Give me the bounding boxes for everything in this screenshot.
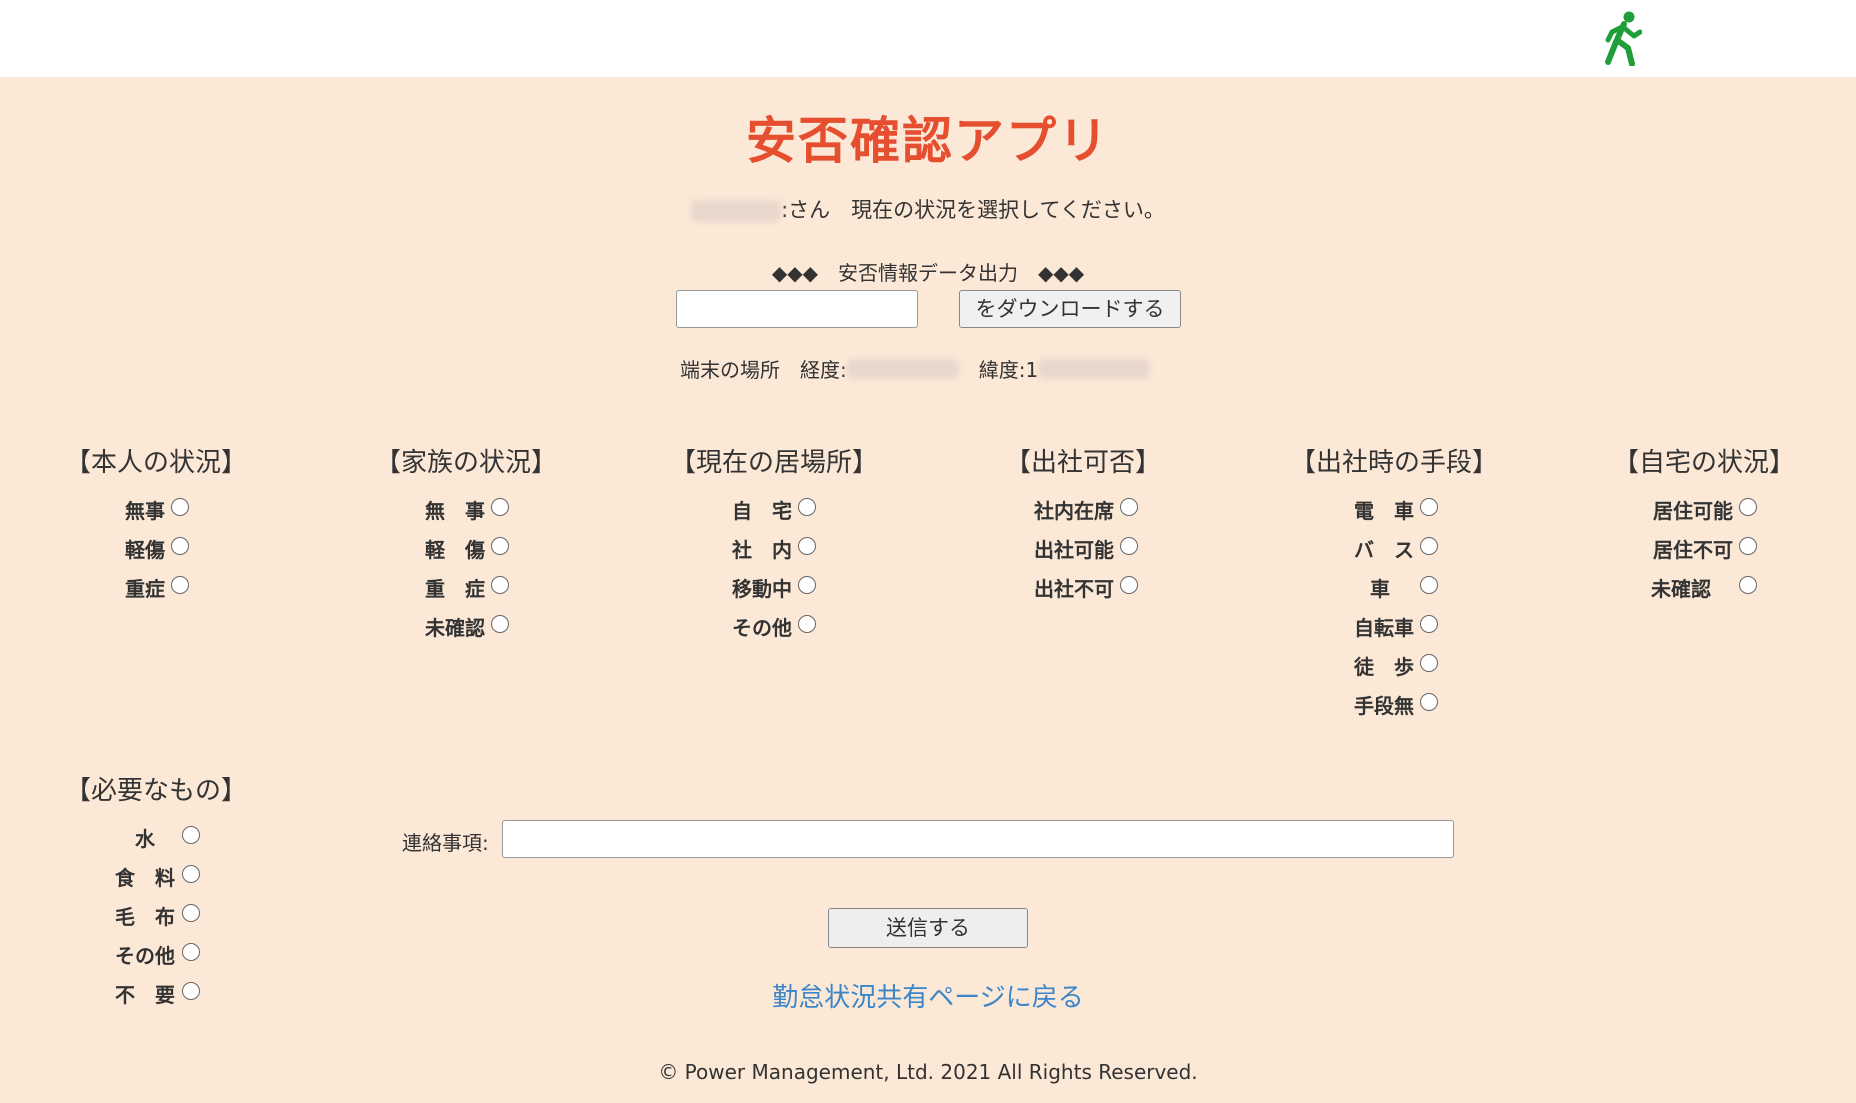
download-button[interactable]: をダウンロードする <box>959 290 1181 328</box>
radio-commute-walk[interactable] <box>1420 654 1438 672</box>
option-label: 居住可能 <box>1653 499 1733 523</box>
radio-commute-train[interactable] <box>1420 498 1438 516</box>
radio-need-water[interactable] <box>182 826 200 844</box>
option-label: 毛 布 <box>115 905 175 929</box>
section-heading: 【自宅の状況】 <box>1613 448 1796 478</box>
option-label: 軽 傷 <box>425 538 485 562</box>
radio-home-unconfirmed[interactable] <box>1739 576 1757 594</box>
radio-location-moving[interactable] <box>798 576 816 594</box>
option-label: 自転車 <box>1354 616 1414 640</box>
longitude-label: 経度: <box>800 358 847 382</box>
radio-commute-bicycle[interactable] <box>1420 615 1438 633</box>
section-heading: 【現在の居場所】 <box>670 448 879 478</box>
option-label: 電 車 <box>1354 499 1414 523</box>
radio-need-blanket[interactable] <box>182 904 200 922</box>
option-label: その他 <box>732 616 792 640</box>
option-label: 出社不可 <box>1034 577 1114 601</box>
page-title: 安否確認アプリ <box>746 112 1110 170</box>
radio-attendance-impossible[interactable] <box>1120 576 1138 594</box>
section-heading: 【必要なもの】 <box>65 776 248 806</box>
radio-need-food[interactable] <box>182 865 200 883</box>
radio-attendance-in-office[interactable] <box>1120 498 1138 516</box>
radio-location-other[interactable] <box>798 615 816 633</box>
footer-copyright: © Power Management, Ltd. 2021 All Rights… <box>658 1060 1198 1084</box>
option-label: 未確認 <box>1651 577 1711 601</box>
option-label: その他 <box>115 944 175 968</box>
submit-button[interactable]: 送信する <box>828 908 1028 948</box>
back-link[interactable]: 勤怠状況共有ページに戻る <box>0 977 1856 1014</box>
radio-home-habitable[interactable] <box>1739 498 1757 516</box>
option-label: 軽傷 <box>125 538 165 562</box>
latitude-value-redacted <box>1038 358 1151 379</box>
option-label: 移動中 <box>732 577 792 601</box>
radio-commute-none[interactable] <box>1420 693 1438 711</box>
running-person-icon[interactable] <box>1602 10 1642 66</box>
option-label: 無 事 <box>425 499 485 523</box>
radio-self-ok[interactable] <box>171 498 189 516</box>
section-heading: 【家族の状況】 <box>375 448 558 478</box>
radio-self-serious[interactable] <box>171 576 189 594</box>
greeting-text: :さん 現在の状況を選択してください。 <box>781 198 1165 222</box>
option-label: 出社可能 <box>1034 538 1114 562</box>
radio-commute-car[interactable] <box>1420 576 1438 594</box>
device-location: 端末の場所 経度: 緯度:1 <box>680 354 1151 383</box>
option-label: 自 宅 <box>732 499 792 523</box>
section-heading: 【出社時の手段】 <box>1290 448 1499 478</box>
radio-commute-bus[interactable] <box>1420 537 1438 555</box>
radio-family-unconfirmed[interactable] <box>491 615 509 633</box>
longitude-value-redacted <box>846 358 959 379</box>
main-panel: 安否確認アプリ :さん 現在の状況を選択してください。 ◆◆◆ 安否情報データ出… <box>0 77 1856 1103</box>
option-label: 重 症 <box>425 577 485 601</box>
option-label: 無事 <box>125 499 165 523</box>
contact-input[interactable] <box>502 820 1454 858</box>
radio-attendance-possible[interactable] <box>1120 537 1138 555</box>
option-label: 車 <box>1370 577 1390 601</box>
location-label: 端末の場所 <box>680 358 780 382</box>
option-label: バ ス <box>1354 538 1414 562</box>
radio-family-ok[interactable] <box>491 498 509 516</box>
option-label: 居住不可 <box>1653 538 1733 562</box>
radio-home-uninhabitable[interactable] <box>1739 537 1757 555</box>
option-label: 重症 <box>125 577 165 601</box>
export-heading: ◆◆◆ 安否情報データ出力 ◆◆◆ <box>771 261 1085 285</box>
user-name-redacted <box>691 200 782 222</box>
radio-need-other[interactable] <box>182 943 200 961</box>
option-label: 手段無 <box>1354 694 1414 718</box>
radio-family-minor[interactable] <box>491 537 509 555</box>
top-bar <box>0 0 1856 77</box>
option-label: 未確認 <box>425 616 485 640</box>
contact-label: 連絡事項: <box>402 831 489 855</box>
option-label: 食 料 <box>115 866 175 890</box>
option-label: 徒 歩 <box>1354 655 1414 679</box>
option-label: 水 <box>135 827 155 851</box>
option-label: 社 内 <box>732 538 792 562</box>
section-heading: 【本人の状況】 <box>65 448 248 478</box>
export-input[interactable] <box>676 290 918 328</box>
option-label: 社内在席 <box>1034 499 1114 523</box>
latitude-label: 緯度:1 <box>978 358 1039 382</box>
radio-location-home[interactable] <box>798 498 816 516</box>
greeting: :さん 現在の状況を選択してください。 <box>0 194 1856 224</box>
section-heading: 【出社可否】 <box>1005 448 1162 478</box>
radio-self-minor[interactable] <box>171 537 189 555</box>
radio-family-serious[interactable] <box>491 576 509 594</box>
radio-location-office[interactable] <box>798 537 816 555</box>
